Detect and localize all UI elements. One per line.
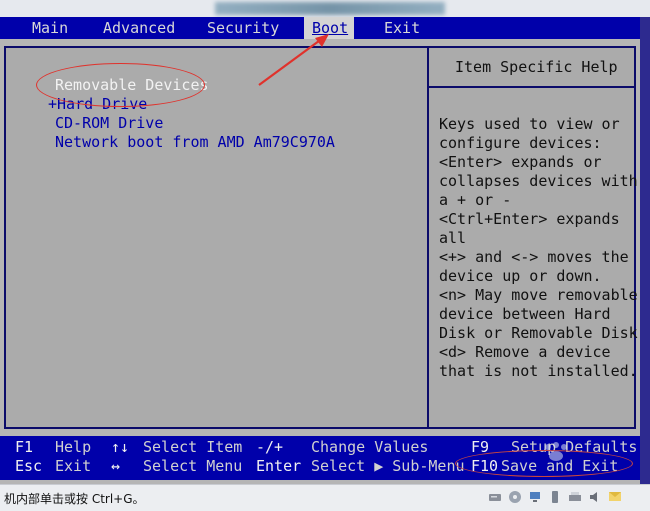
key-up-down-desc: Select Item [143, 438, 243, 456]
key-enter-desc: Select ▶ Sub-Menu [311, 457, 465, 475]
key-f9: F9 [471, 438, 490, 456]
key-left-right-desc: Select Menu [143, 457, 243, 475]
paw-watermark-icon [545, 442, 567, 461]
help-line: that is not installed. [439, 362, 638, 380]
printer-icon[interactable] [568, 490, 582, 504]
help-line: collapses devices with [439, 172, 638, 190]
usb-icon[interactable] [548, 490, 562, 504]
key-up-down: ↑↓ [111, 438, 130, 456]
help-title-divider [429, 86, 636, 88]
window-title-strip [0, 0, 650, 17]
status-text: 机内部单击或按 Ctrl+G。 [4, 492, 145, 506]
help-line: all [439, 229, 467, 247]
hard-disk-icon[interactable] [488, 490, 502, 504]
panel-divider-vertical [427, 46, 429, 429]
network-icon[interactable] [528, 490, 542, 504]
help-line: a + or - [439, 191, 512, 209]
boot-item-hard-drive[interactable]: +Hard Drive [48, 95, 147, 113]
annotation-arrow-icon [258, 34, 329, 86]
help-line: configure devices: [439, 134, 602, 152]
help-line: <d> Remove a device [439, 343, 611, 361]
help-line: Disk or Removable Disk [439, 324, 638, 342]
menu-tab-advanced[interactable]: Advanced [103, 17, 175, 39]
boot-item-removable-devices[interactable]: Removable Devices [55, 76, 209, 94]
vm-status-bar: 机内部单击或按 Ctrl+G。 [0, 484, 650, 511]
message-icon[interactable] [608, 490, 622, 504]
help-line: device up or down. [439, 267, 602, 285]
help-line: <n> May move removable [439, 286, 638, 304]
help-line: <+> and <-> moves the [439, 248, 629, 266]
help-line: <Enter> expands or [439, 153, 602, 171]
blurred-title [215, 2, 445, 15]
key-left-right: ↔ [111, 457, 121, 475]
help-line: Keys used to view or [439, 115, 620, 133]
cd-drive-icon[interactable] [508, 490, 522, 504]
help-text: Keys used to view or configure devices: … [439, 115, 638, 381]
key-enter: Enter [256, 457, 302, 475]
key-esc: Esc [15, 457, 43, 475]
help-title: Item Specific Help [455, 58, 618, 76]
boot-item-network-boot[interactable]: Network boot from AMD Am79C970A [55, 133, 335, 151]
boot-item-cdrom-drive[interactable]: CD-ROM Drive [55, 114, 163, 132]
key-f1: F1 [15, 438, 34, 456]
menu-tab-exit[interactable]: Exit [384, 17, 420, 39]
window-right-edge [640, 17, 650, 484]
key-esc-desc: Exit [55, 457, 92, 475]
key-f10: F10 [471, 457, 499, 475]
menu-tab-main[interactable]: Main [32, 17, 68, 39]
key-minus-plus: -/+ [256, 438, 284, 456]
key-f1-desc: Help [55, 438, 92, 456]
key-minus-plus-desc: Change Values [311, 438, 429, 456]
sound-icon[interactable] [588, 490, 602, 504]
help-line: device between Hard [439, 305, 611, 323]
key-f9-desc: Setup Defaults [511, 438, 638, 456]
help-line: <Ctrl+Enter> expands [439, 210, 620, 228]
